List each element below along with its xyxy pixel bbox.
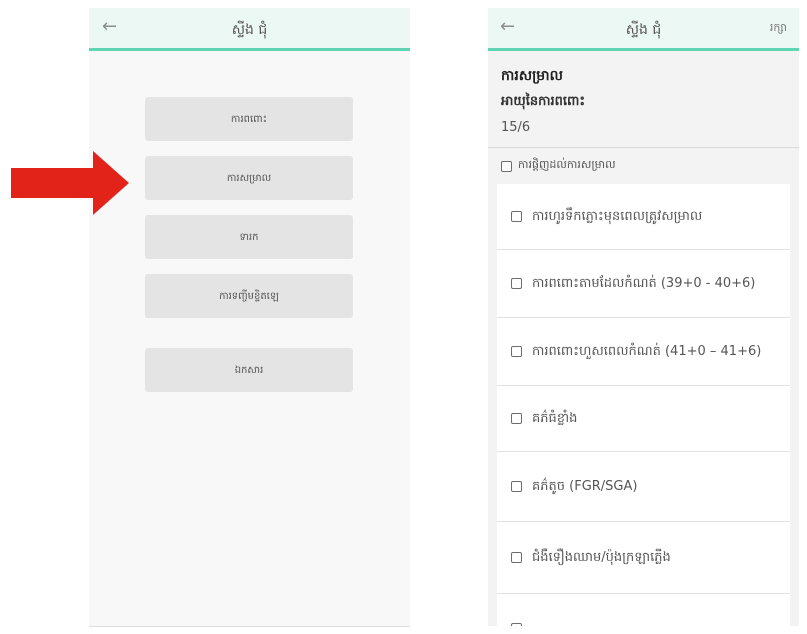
left-topbar: ← ស្ទីង ជុំ: [89, 8, 410, 51]
menu-button-documents[interactable]: ឯកសារ: [145, 348, 353, 392]
checkbox[interactable]: [511, 481, 522, 492]
divider: [488, 147, 799, 148]
menu-button-postnatal[interactable]: ការទញ្ចីមខ្ទិតឡេ: [145, 274, 353, 318]
list-item[interactable]: ការពពោះហួសពេលកំណត់ (41+0 – 41+6): [497, 318, 790, 386]
checkbox[interactable]: [511, 278, 522, 289]
section-title: ការសម្រាល: [501, 68, 563, 84]
red-arrow-right-icon: [11, 151, 129, 215]
list-item[interactable]: គភ៌ធំខ្លាំង: [497, 386, 790, 452]
list-item[interactable]: ជំងឺទឿងឈាម/ប៉ុងក្រឡាភ្លើង: [497, 522, 790, 594]
option-label: ជំងឺទឿងឈាម/ប៉ុងក្រឡាភ្លើង: [532, 549, 671, 565]
list-item[interactable]: [497, 594, 790, 626]
left-page-title: ស្ទីង ជុំ: [231, 22, 268, 38]
option-label: ការហូរទឹកភ្លោះមុនពេលត្រូវសម្រាល: [532, 208, 703, 224]
option-label: គភ៌តូច (FGR/SGA): [532, 478, 638, 494]
delivery-complete-label: ការផ្ដិញដល់ការសម្រាល: [518, 158, 616, 171]
checkbox[interactable]: [511, 622, 522, 626]
gestational-age-label: អាយុនៃការពពោះ: [501, 94, 586, 109]
list-item[interactable]: ការហូរទឹកភ្លោះមុនពេលត្រូវសម្រាល: [497, 184, 790, 250]
gestational-age-value: 15/6: [501, 120, 531, 135]
right-page-title: ស្ទីង ជុំ: [625, 22, 662, 38]
checkbox[interactable]: [511, 211, 522, 222]
right-phone-screen: ← ស្ទីង ជុំ រក្សា ការសម្រាល អាយុនៃការពពោ…: [488, 8, 799, 626]
list-item[interactable]: គភ៌តូច (FGR/SGA): [497, 452, 790, 522]
option-label: គភ៌ធំខ្លាំង: [532, 410, 578, 426]
checkbox[interactable]: [511, 346, 522, 357]
menu-button-delivery[interactable]: ការសម្រាល: [145, 156, 353, 200]
save-button[interactable]: រក្សា: [770, 21, 787, 37]
option-label: ការពពោះតាមដែលកំណត់ (39+0 - 40+6): [532, 275, 756, 291]
right-topbar: ← ស្ទីង ជុំ រក្សា: [488, 8, 799, 51]
options-card: ការហូរទឹកភ្លោះមុនពេលត្រូវសម្រាល ការពពោះត…: [497, 184, 790, 626]
checkbox[interactable]: [511, 552, 522, 563]
left-phone-screen: ← ស្ទីង ជុំ ការពពោះ ការសម្រាល ទារក ការទញ…: [89, 8, 410, 627]
menu-button-baby[interactable]: ទារក: [145, 215, 353, 259]
checkbox[interactable]: [511, 413, 522, 424]
list-item[interactable]: ការពពោះតាមដែលកំណត់ (39+0 - 40+6): [497, 250, 790, 318]
delivery-complete-checkbox-row[interactable]: ការផ្ដិញដល់ការសម្រាល: [501, 158, 616, 174]
checkbox[interactable]: [501, 160, 512, 172]
menu-button-pregnancy[interactable]: ការពពោះ: [145, 97, 353, 141]
option-label: ការពពោះហួសពេលកំណត់ (41+0 – 41+6): [532, 343, 762, 359]
